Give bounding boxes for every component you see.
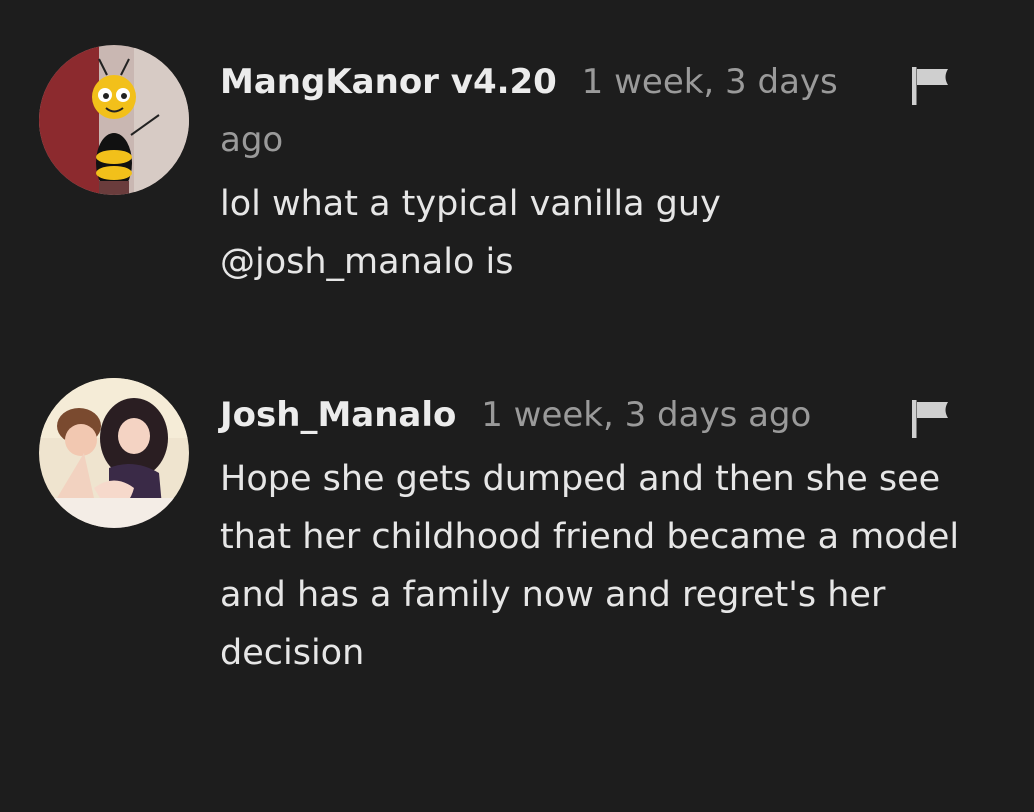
comment-body: Josh_Manalo 1 week, 3 days ago Hope she … <box>220 386 959 682</box>
username[interactable]: Josh_Manalo <box>220 395 456 435</box>
comment-text: Hope she gets dumped and then she see th… <box>220 459 960 673</box>
timestamp: 1 week, 3 days ago <box>481 395 812 435</box>
username[interactable]: MangKanor v4.20 <box>220 62 557 102</box>
comment-text: lol what a typical vanilla guy @josh_man… <box>220 184 721 282</box>
avatar[interactable] <box>39 45 189 195</box>
comment-meta: Josh_Manalo 1 week, 3 days ago <box>220 386 820 444</box>
comment-body: MangKanor v4.20 1 week, 3 days ago lol w… <box>220 53 860 291</box>
avatar[interactable] <box>39 378 189 528</box>
flag-icon[interactable] <box>910 65 952 107</box>
flag-icon[interactable] <box>910 398 952 440</box>
comment-meta: MangKanor v4.20 1 week, 3 days ago <box>220 53 860 169</box>
